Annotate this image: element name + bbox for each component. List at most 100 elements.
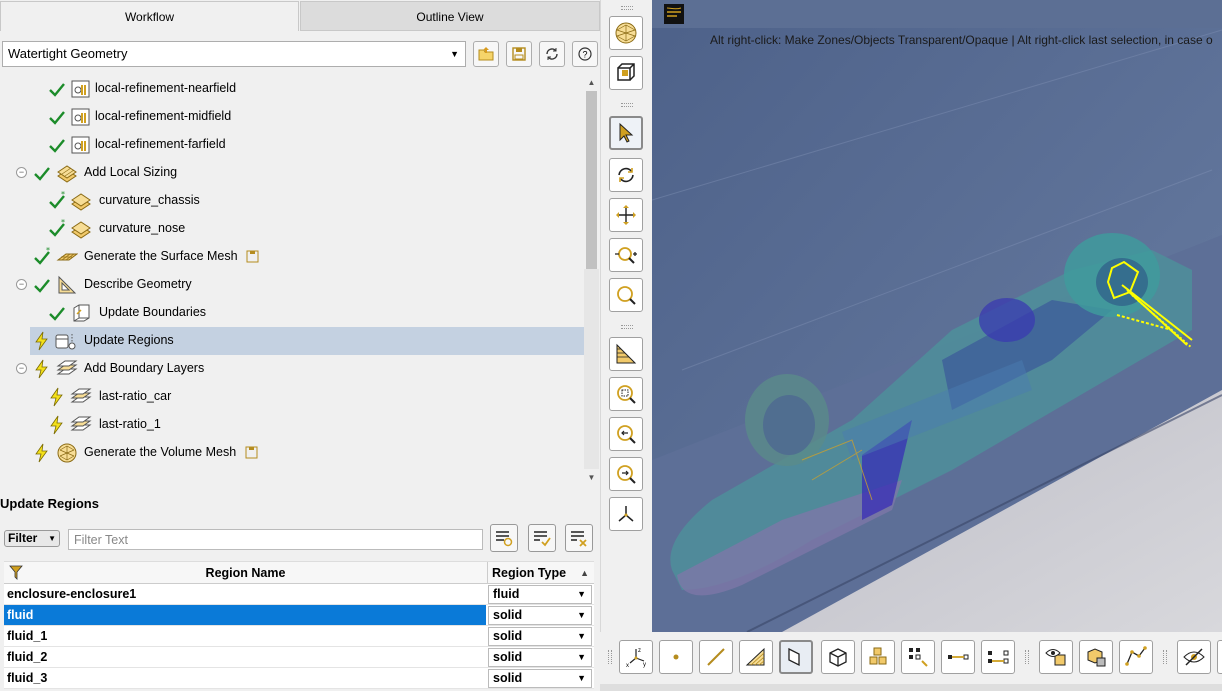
filter-list-button[interactable]	[490, 524, 518, 552]
tree-item-label: Update Regions	[84, 333, 174, 347]
tree-item[interactable]: * Generate the Surface Mesh	[0, 243, 584, 271]
select-point-button[interactable]	[659, 640, 693, 674]
tree-item[interactable]: Generate the Volume Mesh	[0, 439, 584, 467]
tree-item-selected[interactable]: Update Regions	[30, 327, 584, 355]
scrollbar-thumb[interactable]	[586, 91, 597, 269]
rotate-tool-button[interactable]	[609, 158, 643, 192]
tree-item[interactable]: − Add Boundary Layers	[0, 355, 584, 383]
toolbar-grip[interactable]	[1025, 650, 1029, 664]
tree-item[interactable]: local-refinement-midfield	[0, 103, 584, 131]
select-nodes-button[interactable]	[901, 640, 935, 674]
tree-item-label: Add Boundary Layers	[84, 361, 205, 375]
toolbar-grip[interactable]	[621, 103, 633, 107]
select-node-pairs-button[interactable]	[981, 640, 1015, 674]
toolbar-grip[interactable]	[608, 650, 612, 664]
tree-item[interactable]: local-refinement-nearfield	[0, 75, 584, 103]
toolbar-grip[interactable]	[621, 325, 633, 329]
refresh-workflow-button[interactable]	[539, 41, 565, 67]
tree-item-label: Generate the Surface Mesh	[84, 249, 238, 263]
axes-xyz-button[interactable]: z x y	[619, 640, 653, 674]
select-zone-button[interactable]	[779, 640, 813, 674]
pan-tool-button[interactable]	[609, 198, 643, 232]
region-type-select[interactable]: solid ▼	[488, 627, 592, 646]
collapse-icon[interactable]: −	[16, 279, 27, 290]
table-row[interactable]: fluid_2 solid ▼	[4, 647, 594, 668]
region-name-cell[interactable]: fluid	[4, 605, 486, 625]
toolbar-grip[interactable]	[1163, 650, 1167, 664]
save-icon[interactable]	[245, 446, 258, 459]
select-tool-button[interactable]	[609, 116, 643, 150]
region-type-select[interactable]: solid ▼	[488, 648, 592, 667]
tree-item[interactable]: last-ratio_1	[0, 411, 584, 439]
tree-item[interactable]: last-ratio_car	[0, 383, 584, 411]
fit-sphere-button[interactable]	[609, 16, 643, 50]
collapse-icon[interactable]: −	[16, 363, 27, 374]
zoom-tool-button[interactable]	[609, 238, 643, 272]
chevron-down-icon: ▼	[450, 49, 459, 59]
overflow-button[interactable]	[1217, 640, 1222, 674]
table-row[interactable]: enclosure-enclosure1 fluid ▼	[4, 584, 594, 605]
filter-text-input[interactable]	[68, 529, 483, 550]
zoom-next-button[interactable]	[609, 457, 643, 491]
tree-scrollbar[interactable]: ▲ ▼	[584, 75, 599, 485]
select-edge-button[interactable]	[699, 640, 733, 674]
pan-arrows-icon	[616, 205, 636, 225]
isolate-button[interactable]	[1079, 640, 1113, 674]
table-row[interactable]: fluid_1 solid ▼	[4, 626, 594, 647]
refresh-icon	[546, 48, 558, 60]
tree-item[interactable]: * curvature_nose	[0, 215, 584, 243]
save-workflow-button[interactable]	[506, 41, 532, 67]
column-header-region-name[interactable]: Region Name	[4, 562, 488, 584]
tree-item[interactable]: * curvature_chassis	[0, 187, 584, 215]
hide-show-button[interactable]	[1177, 640, 1211, 674]
column-header-region-type[interactable]: Region Type ▲	[488, 562, 594, 584]
lightning-icon	[50, 415, 63, 435]
select-objects-button[interactable]	[861, 640, 895, 674]
workflow-dropdown-value: Watertight Geometry	[8, 46, 128, 61]
tab-workflow[interactable]: Workflow	[0, 1, 299, 31]
zoom-fit-button[interactable]	[609, 377, 643, 411]
collapse-icon[interactable]: −	[16, 167, 27, 178]
tree-item[interactable]: Update Boundaries	[0, 299, 584, 327]
polyline-icon	[1125, 646, 1147, 666]
visibility-toggle-button[interactable]	[1039, 640, 1073, 674]
region-name-cell[interactable]: fluid_3	[4, 668, 486, 688]
horizontal-scrollbar[interactable]	[600, 684, 1222, 691]
table-row-selected[interactable]: fluid solid ▼	[4, 605, 594, 626]
mesh-display-button[interactable]	[609, 337, 643, 371]
tree-item-label: Generate the Volume Mesh	[84, 445, 237, 459]
toolbar-grip[interactable]	[621, 6, 633, 10]
region-name-cell[interactable]: fluid_1	[4, 626, 486, 646]
region-name-cell[interactable]: fluid_2	[4, 647, 486, 667]
select-all-button[interactable]	[528, 524, 556, 552]
scroll-up-icon[interactable]: ▲	[584, 75, 599, 90]
workflow-dropdown[interactable]: Watertight Geometry ▼	[2, 41, 466, 67]
save-icon[interactable]	[246, 250, 259, 263]
region-type-select[interactable]: solid ▼	[488, 669, 592, 688]
zoom-box-button[interactable]	[609, 278, 643, 312]
view-cube-button[interactable]	[609, 56, 643, 90]
axes-button[interactable]	[609, 497, 643, 531]
select-face-button[interactable]	[739, 640, 773, 674]
scrollbar-track[interactable]	[584, 269, 599, 469]
select-edge-nodes-button[interactable]	[941, 640, 975, 674]
select-body-button[interactable]	[821, 640, 855, 674]
region-type-select[interactable]: solid ▼	[488, 606, 592, 625]
filter-dropdown[interactable]: Filter ▼	[4, 530, 60, 547]
deselect-all-button[interactable]	[565, 524, 593, 552]
region-name-cell[interactable]: enclosure-enclosure1	[4, 584, 486, 604]
tree-item[interactable]: local-refinement-farfield	[0, 131, 584, 159]
open-workflow-button[interactable]	[473, 41, 499, 67]
tab-outline-view[interactable]: Outline View	[300, 1, 600, 31]
table-row[interactable]: fluid_3 solid ▼	[4, 668, 594, 689]
scroll-down-icon[interactable]: ▼	[584, 470, 599, 485]
zoom-previous-button[interactable]	[609, 417, 643, 451]
tree-item[interactable]: − Add Local Sizing	[0, 159, 584, 187]
help-button[interactable]: ?	[572, 41, 598, 67]
graphics-viewport[interactable]: Alt right-click: Make Zones/Objects Tran…	[652, 0, 1222, 632]
region-type-select[interactable]: fluid ▼	[488, 585, 592, 604]
graph-path-button[interactable]	[1119, 640, 1153, 674]
regions-icon	[55, 334, 76, 350]
tree-item[interactable]: − Describe Geometry	[0, 271, 584, 299]
check-icon	[49, 307, 65, 321]
